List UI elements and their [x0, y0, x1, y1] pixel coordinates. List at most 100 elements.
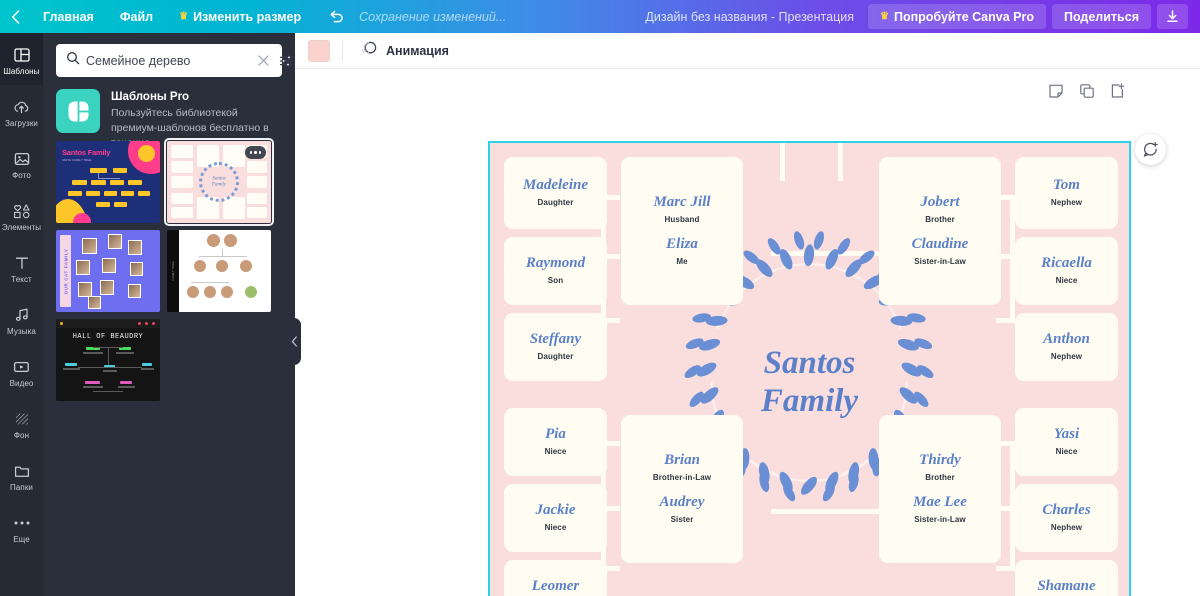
- rail-label: Папки: [10, 482, 33, 492]
- editor-toolbar: Анимация: [295, 33, 1200, 69]
- card-name: Mae Lee: [913, 494, 967, 510]
- collapse-panel-button[interactable]: [287, 318, 301, 365]
- undo-button[interactable]: [314, 10, 355, 24]
- card-name: Anthon: [1043, 331, 1090, 348]
- family-card-ricaella[interactable]: Ricaella Niece: [1015, 237, 1118, 305]
- family-card-steffany[interactable]: Steffany Daughter: [504, 313, 607, 381]
- document-title[interactable]: Дизайн без названия - Презентация: [631, 10, 868, 24]
- card-role: Daughter: [537, 351, 574, 361]
- canva-editor-app: Главная Файл ♛ Изменить размер Сохранени…: [0, 0, 1200, 596]
- add-page-button[interactable]: [1109, 82, 1127, 100]
- filter-button[interactable]: [274, 54, 296, 68]
- undo-icon: [330, 10, 343, 22]
- tree-label: [116, 352, 134, 354]
- rail-item-background[interactable]: Фон: [0, 397, 43, 449]
- card-name: Ricaella: [1041, 255, 1092, 272]
- rail-item-templates[interactable]: Шаблоны: [0, 33, 43, 85]
- canva-pro-icon: [56, 89, 100, 133]
- rail-item-text[interactable]: Текст: [0, 241, 43, 293]
- template-thumbnail-hall-of-beaudry[interactable]: HALL OF BEAUDRY: [56, 319, 160, 401]
- more-dots-icon: [249, 151, 253, 154]
- duplicate-icon: [1080, 84, 1094, 98]
- comment-add-icon: [1143, 141, 1158, 157]
- family-card-yasi[interactable]: Yasi Niece: [1015, 408, 1118, 476]
- menu-resize[interactable]: ♛ Изменить размер: [166, 0, 314, 33]
- share-label: Поделиться: [1063, 9, 1139, 24]
- thumbnail-art: FAMILY TREE: [167, 230, 271, 312]
- crown-icon: ♛: [879, 10, 889, 22]
- search-box[interactable]: [56, 44, 294, 77]
- template-thumbnail-santos-navy[interactable]: Santos Family SMITH FAMILY TREE: [56, 141, 160, 223]
- tree-node: [68, 191, 82, 196]
- tree-card: [247, 207, 267, 218]
- center-title-line1: Santos: [763, 344, 856, 381]
- template-thumbnail-photo-family-tree[interactable]: FAMILY TREE: [167, 230, 271, 312]
- photo-node: [128, 284, 141, 298]
- tree-node: [113, 168, 127, 173]
- family-card-jackie[interactable]: Jackie Niece: [504, 484, 607, 552]
- tree-node: [142, 363, 152, 366]
- template-thumbnail-our-cat-family[interactable]: OUR CAT FAMILY: [56, 230, 160, 312]
- top-bar-right: Дизайн без названия - Презентация ♛ Попр…: [631, 0, 1200, 33]
- family-card-leomer[interactable]: Leomer Nephew: [504, 560, 607, 596]
- rail-item-more[interactable]: Еще: [0, 501, 43, 553]
- card-role: Niece: [544, 446, 567, 456]
- family-card-tom[interactable]: Tom Nephew: [1015, 157, 1118, 229]
- add-comment-button[interactable]: [1135, 134, 1166, 165]
- duplicate-page-button[interactable]: [1078, 82, 1096, 100]
- family-card-brian-audrey[interactable]: Brian Brother-in-Law Audrey Sister: [621, 415, 743, 563]
- try-canva-pro-button[interactable]: ♛ Попробуйте Canva Pro: [867, 4, 1046, 29]
- avatar: [216, 260, 228, 272]
- tree-line: [191, 282, 229, 283]
- family-card-pia[interactable]: Pia Niece: [504, 408, 607, 476]
- left-rail: Шаблоны Загрузки Фото Элементы Текст Муз…: [0, 33, 43, 596]
- card-name: Jackie: [535, 502, 576, 519]
- animate-button[interactable]: Анимация: [355, 36, 455, 66]
- family-card-anthon[interactable]: Anthon Nephew: [1015, 313, 1118, 381]
- photo-node: [82, 238, 97, 254]
- thumbnail-art: Santos Family SMITH FAMILY TREE: [56, 141, 160, 223]
- video-icon: [13, 358, 30, 377]
- background-color-swatch[interactable]: [308, 39, 330, 62]
- search-input[interactable]: [80, 53, 253, 68]
- family-card-thirdy-mae-lee[interactable]: Thirdy Brother Mae Lee Sister-in-Law: [879, 415, 1001, 563]
- family-card-madeleine[interactable]: Madeleine Daughter: [504, 157, 607, 229]
- rail-item-elements[interactable]: Элементы: [0, 189, 43, 241]
- family-card-charles[interactable]: Charles Nephew: [1015, 484, 1118, 552]
- card-person-2: Audrey Sister: [660, 494, 705, 525]
- rail-item-music[interactable]: Музыка: [0, 293, 43, 345]
- template-thumbnail-santos-pink[interactable]: Santos Family: [164, 138, 274, 226]
- search-section: [43, 33, 295, 77]
- family-card-shamane[interactable]: Shamane Niece: [1015, 560, 1118, 596]
- rail-label: Шаблоны: [3, 66, 40, 76]
- card-role: Niece: [544, 522, 567, 532]
- tree-label: [141, 368, 154, 370]
- music-icon: [14, 306, 30, 325]
- animate-label: Анимация: [386, 43, 449, 58]
- rail-item-photos[interactable]: Фото: [0, 137, 43, 189]
- design-page[interactable]: Santos Family Madeleine Daughter Raymond…: [488, 141, 1131, 596]
- share-button[interactable]: Поделиться: [1051, 4, 1151, 29]
- design-center-title[interactable]: Santos Family: [761, 344, 858, 422]
- clear-search-button[interactable]: [253, 55, 274, 66]
- editor-area: Анимация Santos Family Madeleine Daughte…: [295, 33, 1200, 596]
- rail-label: Элементы: [1, 222, 42, 232]
- chevron-left-icon: [291, 336, 297, 347]
- rail-label: Еще: [13, 534, 30, 544]
- save-status: Сохранение изменений...: [359, 9, 507, 24]
- rail-item-folders[interactable]: Папки: [0, 449, 43, 501]
- family-card-jobert-claudine[interactable]: Jobert Brother Claudine Sister-in-Law: [879, 157, 1001, 305]
- menu-home[interactable]: Главная: [30, 0, 107, 33]
- menu-file[interactable]: Файл: [107, 0, 166, 33]
- rail-item-video[interactable]: Видео: [0, 345, 43, 397]
- family-card-marc-jill-eliza[interactable]: Marc Jill Husband Eliza Me: [621, 157, 743, 305]
- thumbnail-more-button[interactable]: [245, 146, 266, 159]
- thumbnail-title: Santos Family: [211, 176, 227, 188]
- rail-item-uploads[interactable]: Загрузки: [0, 85, 43, 137]
- more-dots-icon: [258, 151, 262, 154]
- download-button[interactable]: [1157, 4, 1188, 29]
- back-button[interactable]: [0, 0, 30, 33]
- family-card-raymond[interactable]: Raymond Son: [504, 237, 607, 305]
- notes-button[interactable]: [1047, 82, 1065, 100]
- download-icon: [1167, 10, 1178, 23]
